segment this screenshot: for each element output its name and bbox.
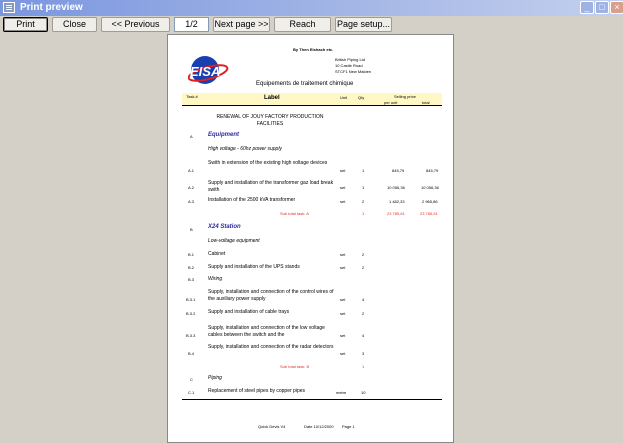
svg-text:EISA: EISA (190, 64, 220, 79)
title-bar: Print preview _ □ × (0, 0, 623, 16)
row-label: Supply and installation of the transform… (208, 180, 334, 193)
row-unit-price: 10 056,36 (387, 185, 405, 190)
reach-button[interactable]: Reach (274, 17, 331, 32)
preview-area[interactable]: By Then Eishach etc. EISA British Piping… (0, 34, 623, 443)
document-title: Equipements de traitement chimique (256, 81, 354, 87)
row-unit: set (340, 199, 346, 204)
print-button[interactable]: Print (3, 17, 48, 32)
minimize-icon[interactable]: _ (580, 1, 594, 14)
row-code: B.3.1 (186, 297, 196, 302)
subtotal-label: Sub total task: B (280, 364, 310, 369)
row-unit: set (340, 252, 346, 257)
row-code: A.2 (188, 185, 195, 190)
section-title: X24 Station (208, 224, 241, 230)
row-qty: 1 (362, 185, 365, 190)
footer-page: Page 1 (342, 424, 355, 429)
row-code: B.3.2 (186, 311, 196, 316)
company-line: By Then Eishach etc. (293, 47, 334, 52)
row-code: B.3 (188, 277, 195, 282)
row-qty: 3 (362, 351, 365, 356)
address-line-1: British Piping Ltd (335, 57, 366, 62)
row-total: 2 965,86 (422, 199, 438, 204)
app-icon (3, 2, 15, 13)
row-label: Installation of the 2500 kVA transformer (208, 197, 296, 203)
document-page: By Then Eishach etc. EISA British Piping… (167, 34, 454, 443)
page-setup-button[interactable]: Page setup... (335, 17, 392, 32)
address-line-2: 10 Castle Road (335, 63, 363, 68)
subtotal-qty: 1 (362, 364, 365, 369)
row-code: B.4 (188, 351, 195, 356)
row-unit-price: 845,79 (392, 168, 405, 173)
maximize-icon[interactable]: □ (595, 1, 609, 14)
row-code: B.1 (188, 252, 195, 257)
col-unit: Unit (340, 95, 348, 100)
row-unit: set (340, 185, 346, 190)
row-unit: set (340, 311, 346, 316)
section-code: A (190, 134, 193, 139)
row-qty: 4 (362, 333, 365, 338)
subsection-title: High voltage - 60hz power supply (208, 146, 282, 152)
section-title: Equipment (208, 132, 239, 138)
previous-page-button[interactable]: << Previous page (101, 17, 170, 42)
toolbar: Print Close << Previous page 1/2 Next pa… (0, 16, 623, 42)
row-total: 10 056,36 (421, 185, 439, 190)
row-label: Supply and installation of cable trays (208, 309, 290, 315)
row-code: B.2 (188, 265, 195, 270)
col-task: Task # (186, 94, 198, 99)
row-unit: set (340, 333, 346, 338)
col-selling-price: Selling price (394, 94, 416, 99)
close-button[interactable]: Close (52, 17, 97, 32)
row-qty: 1 (362, 168, 365, 173)
row-unit: set (340, 168, 346, 173)
subsection-title: Low-voltage equipment (208, 238, 260, 244)
row-label: Replacement of steel pipes by copper pip… (208, 388, 306, 394)
row-total: 845,79 (426, 168, 439, 173)
row-unit: set (340, 297, 346, 302)
section-code: B (190, 227, 193, 232)
row-qty: 4 (362, 297, 365, 302)
row-unit-price: 1 482,33 (389, 199, 405, 204)
row-label: Swith in extension of the existing high … (208, 160, 328, 166)
footer-date: Date 10/12/2000 (304, 424, 334, 429)
row-label: Supply, installation and connection of t… (208, 289, 334, 302)
section-code: C (190, 377, 193, 382)
close-icon[interactable]: × (610, 1, 623, 14)
address-line-3: STCF1 New Malden (335, 69, 372, 74)
subsection-title: Wiring (208, 276, 223, 282)
header-rule (182, 105, 442, 106)
row-qty: 10 (361, 390, 366, 395)
row-label: Supply, installation and connection of t… (208, 344, 334, 350)
footer-rule (182, 399, 442, 400)
row-qty: 2 (362, 199, 365, 204)
col-label: Label (264, 95, 280, 101)
subsection-title: Piping (208, 375, 222, 381)
row-unit: metre (336, 390, 347, 395)
row-label: Supply and installation of the UPS stand… (208, 264, 300, 270)
col-qty: Qty (358, 95, 365, 100)
window-title: Print preview (20, 2, 83, 13)
row-unit: set (340, 351, 346, 356)
subtotal-total: 23 785,61 (420, 211, 438, 216)
row-code: A.3 (188, 199, 195, 204)
row-qty: 2 (362, 252, 365, 257)
footer-software: Quick Devis V4 (258, 424, 286, 429)
page-indicator: 1/2 (174, 17, 209, 32)
row-label: Cabinet (208, 251, 226, 257)
next-page-button[interactable]: Next page >> (213, 17, 270, 32)
elsa-logo-icon: EISA (188, 56, 229, 84)
project-title: RENEWAL OF JOUY FACTORY PRODUCTION FACIL… (216, 114, 324, 127)
subtotal-label: Sub total task: A (280, 211, 309, 216)
row-unit: set (340, 265, 346, 270)
row-label: Supply, installation and connection of t… (208, 325, 325, 338)
subtotal-unit-price: 23 785,61 (387, 211, 405, 216)
row-code: A.1 (188, 168, 195, 173)
row-qty: 2 (362, 265, 365, 270)
row-code: B.3.3 (186, 333, 196, 338)
subtotal-qty: 1 (362, 211, 365, 216)
row-qty: 2 (362, 311, 365, 316)
row-code: C.1 (188, 390, 195, 395)
